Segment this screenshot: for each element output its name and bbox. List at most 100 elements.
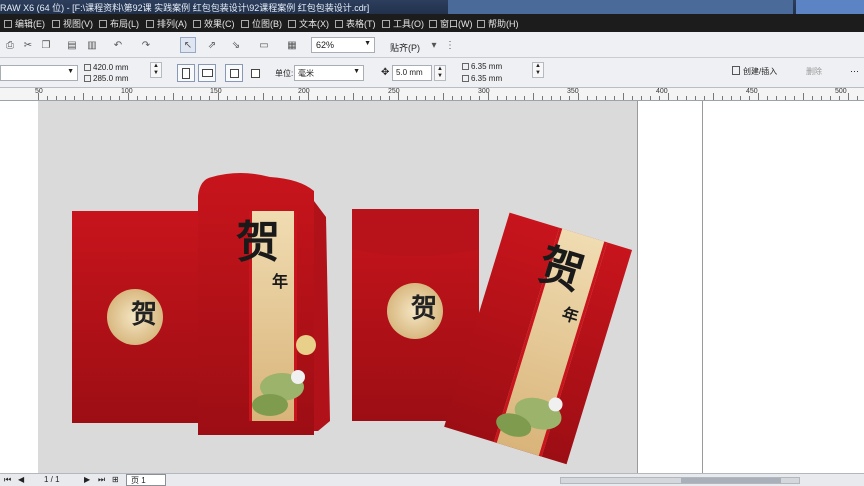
cut-icon[interactable]: ✂ [20,37,36,53]
copy-icon[interactable]: ❐ [38,37,54,53]
calligraphy-small-character: 年 [272,272,288,291]
ruler-tick [245,96,246,100]
menu-help[interactable]: 帮助(H) [477,17,519,30]
menu-table-icon [335,20,343,28]
duplicate-spinner[interactable]: ▲ ▼ [532,62,544,78]
create-insert-button[interactable]: 创建/插入 [732,66,777,77]
menu-effects[interactable]: 效果(C) [193,17,235,30]
add-page-icon[interactable]: ⊞ [112,475,119,484]
ruler-tick [209,96,210,100]
ruler-tick [371,96,372,100]
ruler-tick [290,96,291,100]
ruler-tick [65,96,66,100]
landscape-button[interactable] [198,64,216,82]
zoom-level-select[interactable]: 62% ▼ [311,37,375,53]
red-envelope-artwork[interactable]: 贺 贺 年 贺 贺 年 [0,101,864,473]
standard-toolbar: ⎙ ✂ ❐ ▤ ▥ ↶ ↷ ↖ ⇗ ⇘ ▭ ▦ 62% ▼ 贴齐(P) ▾ ⋮ [0,32,864,58]
drawing-canvas[interactable]: 贺 贺 年 贺 贺 年 [0,101,864,473]
undo-icon[interactable]: ↶ [110,37,126,53]
ruler-tick [830,96,831,100]
menu-tools[interactable]: 工具(O) [382,17,424,30]
welcome-screen-icon[interactable]: ▦ [284,37,300,53]
duplicate-x-field[interactable]: 6.35 mm [462,62,502,71]
window-title: RAW X6 (64 位) - [F:\课程资料\第92课 实践案例 红包包装设… [0,3,370,13]
ruler-tick [524,96,525,100]
ruler-tick [533,93,534,100]
ruler-tick [56,96,57,100]
nudge-spinner[interactable]: ▲ ▼ [434,65,446,81]
publish-icon[interactable]: ⇘ [228,37,244,53]
options-icon[interactable]: ⋮ [442,37,458,53]
page-navigator-bar: ⏮ ◀ 1 / 1 ▶ ⏭ ⊞ 页 1 [0,473,864,486]
ruler-tick [623,93,624,100]
snap-to-button[interactable]: 贴齐(P) [390,41,420,54]
ruler-tick [470,96,471,100]
menu-bitmaps[interactable]: 位图(B) [241,17,282,30]
duplicate-y-field[interactable]: 6.35 mm [462,74,502,83]
chevron-down-icon: ▼ [353,68,360,75]
page-width-field[interactable]: 420.0 mm [84,63,129,72]
window-controls[interactable] [796,0,864,14]
ruler-tick [461,96,462,100]
ruler-tick [263,93,264,100]
last-page-icon[interactable]: ⏭ [98,475,105,485]
paste-special-icon[interactable]: ▥ [84,37,100,53]
paste-icon[interactable]: ▤ [64,37,80,53]
print-icon[interactable]: ⎙ [2,37,18,53]
scrollbar-thumb[interactable] [681,478,781,483]
ruler-tick-label: 500 [835,88,847,95]
units-select[interactable]: 毫米 ▼ [294,65,364,81]
paper-type-select[interactable]: ▼ [0,65,78,81]
menu-text[interactable]: 文本(X) [288,17,329,30]
ruler-tick [551,96,552,100]
nudge-icon: ✥ [381,67,390,78]
menu-arrange[interactable]: 排列(A) [146,17,187,30]
menu-edit[interactable]: 编辑(E) [4,17,45,30]
import-icon[interactable]: ↖ [180,37,196,53]
remove-button[interactable]: 删除 [806,66,822,77]
ruler-tick [713,93,714,100]
ruler-tick-label: 450 [746,88,758,95]
all-pages-button[interactable] [225,64,243,82]
previous-page-icon[interactable]: ◀ [18,475,24,484]
menu-layout-icon [99,20,107,28]
page-tab[interactable]: 页 1 [126,474,166,486]
next-page-icon[interactable]: ▶ [84,475,90,484]
portrait-button[interactable] [177,64,195,82]
horizontal-ruler[interactable]: 50 100 150 200 250 300 350 400 450 500 [0,88,864,101]
menu-window[interactable]: 窗口(W) [429,17,473,30]
page-size-spinner[interactable]: ▲ ▼ [150,62,162,78]
menu-layout[interactable]: 布局(L) [99,17,139,30]
ruler-tick [218,93,219,100]
overflow-icon[interactable]: ⋯ [850,66,862,78]
height-icon [84,75,91,82]
redo-icon[interactable]: ↷ [138,37,154,53]
title-bar: RAW X6 (64 位) - [F:\课程资料\第92课 实践案例 红包包装设… [0,0,864,14]
units-value: 毫米 [298,69,314,78]
envelope-die-line[interactable]: 贺 贺 年 [72,173,330,435]
first-page-icon[interactable]: ⏮ [4,475,11,485]
units-label: 单位: [275,69,294,78]
ruler-tick-label: 150 [210,88,222,95]
chevron-down-icon: ▼ [364,40,371,47]
menu-bar: 编辑(E) 视图(V) 布局(L) 排列(A) 效果(C) 位图(B) 文本(X… [0,14,864,32]
app-launcher-icon[interactable]: ▭ [256,37,272,53]
ruler-tick [821,96,822,100]
horizontal-scrollbar[interactable] [560,477,800,484]
current-page-button[interactable] [246,64,264,82]
menu-tools-icon [382,20,390,28]
export-icon[interactable]: ⇗ [204,37,220,53]
ruler-tick [326,96,327,100]
nudge-distance-input[interactable]: 5.0 mm [392,65,432,81]
snap-dropdown-icon[interactable]: ▾ [426,37,442,53]
ruler-tick [722,96,723,100]
ruler-tick [362,96,363,100]
ruler-tick [488,93,489,100]
ruler-tick [515,96,516,100]
menu-view[interactable]: 视图(V) [52,17,93,30]
create-page-icon [732,66,740,75]
current-page-icon [250,68,260,78]
menu-table[interactable]: 表格(T) [335,17,376,30]
calligraphy-character: 贺 [236,217,280,268]
page-height-field[interactable]: 285.0 mm [84,74,129,83]
